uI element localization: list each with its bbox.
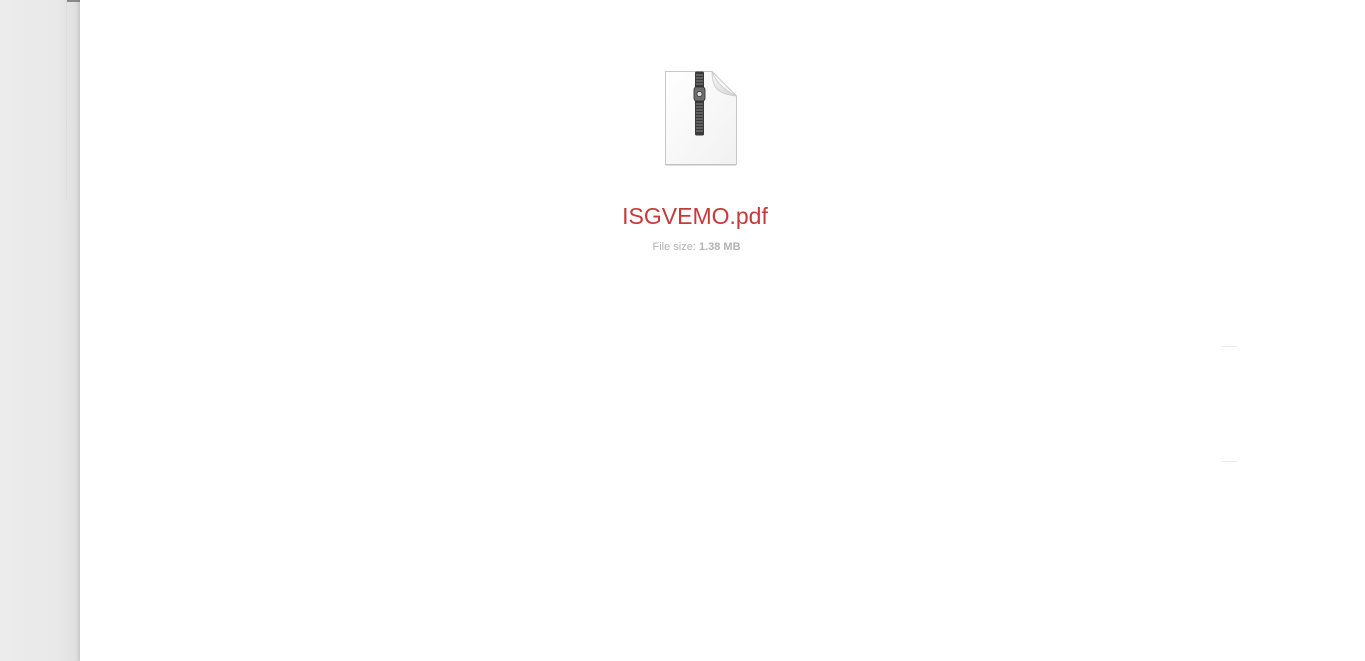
download-page: ISGVEMO.pdf File size: 1.38 MB xyxy=(80,0,1365,661)
file-size-label: File size: xyxy=(652,241,696,253)
file-size-info: File size: 1.38 MB xyxy=(80,240,1313,254)
left-sidebar-strip xyxy=(0,0,80,661)
sidebar-shade-line xyxy=(66,0,67,200)
divider-line xyxy=(1221,461,1237,462)
zip-file-icon[interactable] xyxy=(664,70,738,166)
file-size-value: 1.38 MB xyxy=(698,241,741,253)
sidebar-top-marker xyxy=(67,0,80,2)
file-name-link[interactable]: ISGVEMO.pdf xyxy=(80,201,1310,231)
divider-line xyxy=(1221,346,1237,347)
